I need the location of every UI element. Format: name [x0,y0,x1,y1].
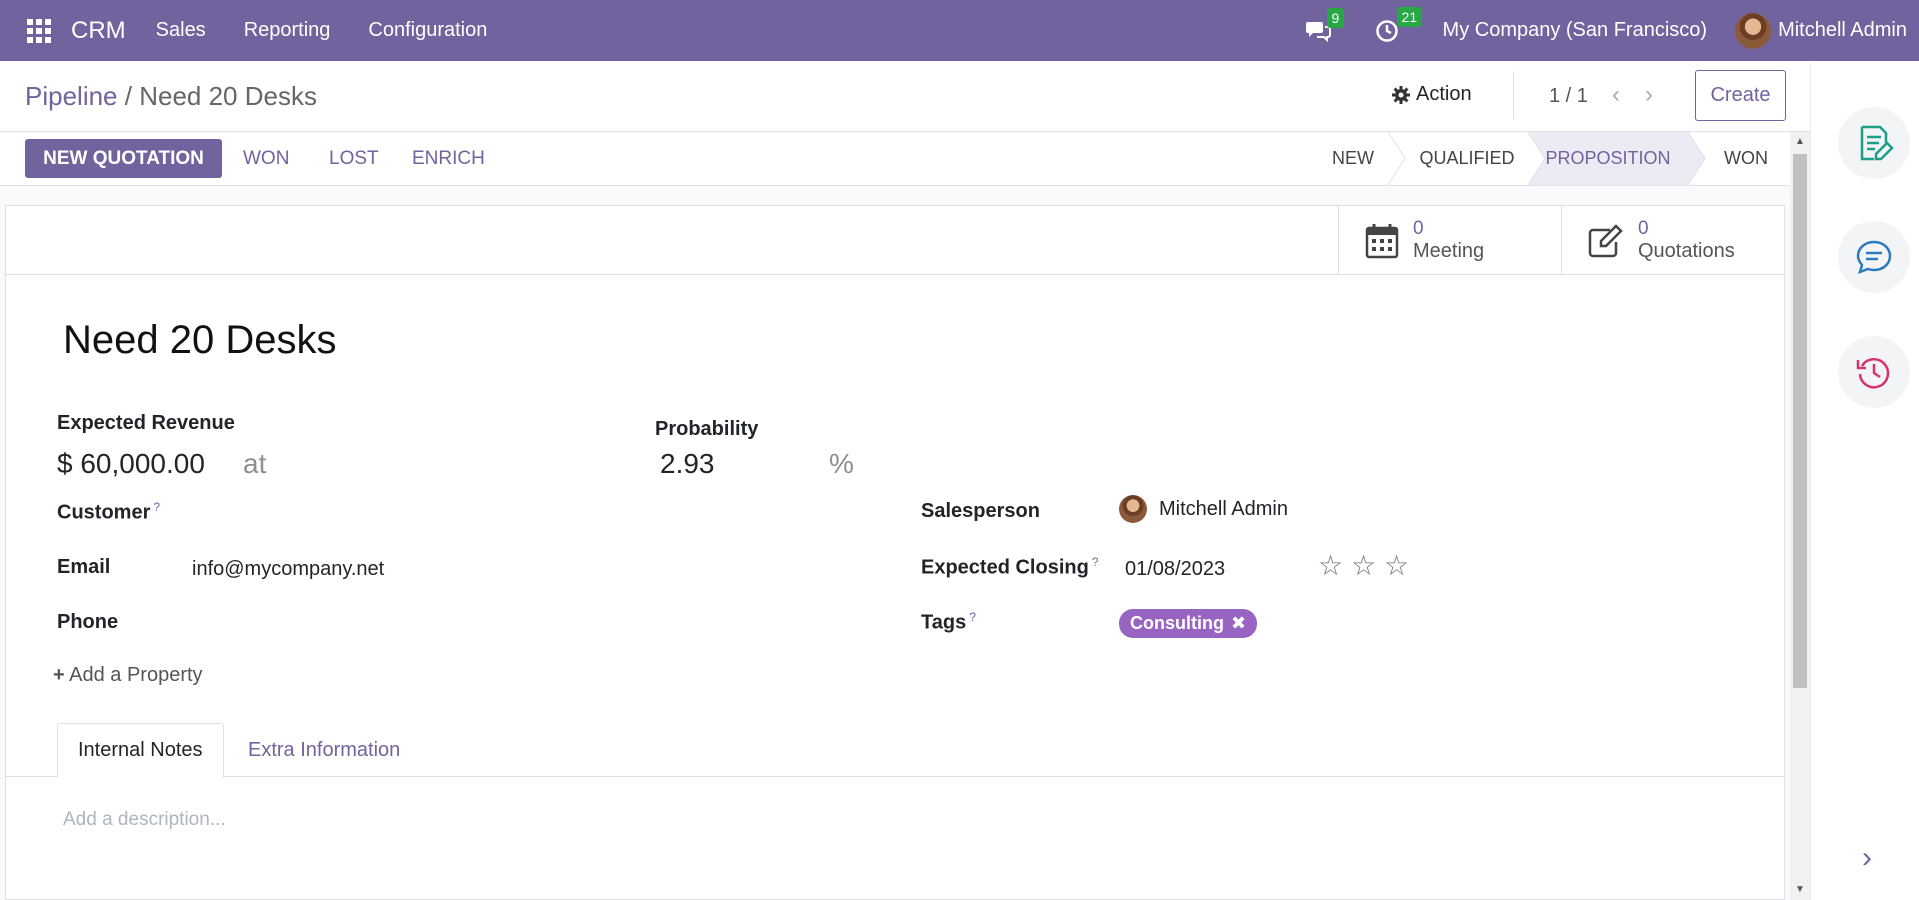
meeting-count: 0 [1413,218,1424,239]
stage-won[interactable]: WON [1706,132,1786,185]
avatar [1735,12,1772,49]
activities-count-badge: 21 [1396,6,1423,27]
tag-remove-icon[interactable]: ✖ [1231,613,1246,634]
priority-star-icon[interactable]: ☆ [1351,549,1376,582]
menu-reporting[interactable]: Reporting [244,19,331,42]
stage-separator [1388,132,1406,185]
meeting-label: Meeting [1413,240,1485,262]
user-menu[interactable]: Mitchell Admin [1735,12,1907,49]
tab-internal-notes[interactable]: Internal Notes [57,723,224,778]
expected-revenue-input[interactable]: $ 60,000.00 [57,448,205,480]
add-property-button[interactable]: + Add a Property [53,664,203,687]
at-label: at [243,448,267,479]
messages-button[interactable]: 9 [1305,7,1345,42]
tags-label: Tags? [921,610,976,634]
phone-label: Phone [57,611,119,633]
action-label: Action [1416,83,1472,105]
activities-button[interactable]: 21 [1375,6,1423,43]
add-property-label: Add a Property [69,664,203,686]
company-switcher[interactable]: My Company (San Francisco) [1443,19,1708,42]
gear-icon [1392,85,1410,104]
new-quotation-button[interactable]: NEW QUOTATION [25,139,222,178]
control-panel: Pipeline / Need 20 Desks Action 1 / 1 ‹ … [0,61,1810,132]
stage-proposition[interactable]: PROPOSITION [1528,132,1688,185]
quotations-label: Quotations [1638,240,1735,262]
calendar-icon [1365,223,1399,258]
customer-input[interactable] [192,496,492,526]
form-sheet: 0 Meeting 0 Quotations Need 20 Desks Exp… [4,205,1785,900]
create-button[interactable]: Create [1695,70,1786,121]
percent-label: % [829,448,854,479]
won-button[interactable]: WON [243,148,289,170]
user-name: Mitchell Admin [1778,19,1907,41]
probability-label: Probability [655,418,759,440]
stage-separator [1688,132,1706,185]
scrollbar[interactable]: ▲ ▼ [1790,132,1810,900]
expected-revenue-label: Expected Revenue [57,412,235,434]
opportunity-title[interactable]: Need 20 Desks [63,318,336,363]
chevron-right-icon[interactable]: › [1862,841,1872,875]
probability-input[interactable]: 2.93 [660,448,715,480]
action-button[interactable]: Action [1392,83,1472,106]
customer-label: Customer? [57,500,161,524]
right-side-panel: › [1810,61,1919,900]
menu-sales[interactable]: Sales [156,19,206,42]
meeting-smart-button[interactable]: 0 Meeting [1338,206,1561,275]
enrich-button[interactable]: ENRICH [412,148,485,170]
salesperson-input[interactable]: Mitchell Admin [1119,495,1288,523]
history-button[interactable] [1838,336,1910,408]
plus-icon: + [53,664,65,686]
scroll-thumb[interactable] [1793,154,1807,688]
pager-next-icon[interactable]: › [1645,81,1653,109]
document-edit-button[interactable] [1838,107,1910,179]
divider [1513,71,1514,119]
scroll-down-icon[interactable]: ▼ [1795,884,1805,895]
edit-icon [1588,223,1623,257]
expected-closing-label: Expected Closing? [921,555,1099,579]
quotations-smart-button[interactable]: 0 Quotations [1561,206,1784,275]
statusbar: NEW QUOTATION WON LOST ENRICH NEW QUALIF… [0,132,1810,186]
description-input[interactable]: Add a description... [63,809,226,831]
tag-label: Consulting [1130,613,1224,633]
breadcrumb: Pipeline / Need 20 Desks [25,81,317,112]
email-input[interactable]: info@mycompany.net [192,558,384,581]
stage-new[interactable]: NEW [1318,132,1388,185]
clock-icon [1375,19,1398,42]
chat-bubble-icon [1856,240,1892,275]
breadcrumb-pipeline[interactable]: Pipeline [25,81,118,111]
phone-input[interactable] [192,606,492,636]
priority-star-icon[interactable]: ☆ [1318,549,1343,582]
help-icon: ? [153,500,161,514]
menu-configuration[interactable]: Configuration [368,19,487,42]
tab-extra-information[interactable]: Extra Information [228,723,420,777]
pager-previous-icon[interactable]: ‹ [1612,81,1620,109]
tag-consulting: Consulting ✖ [1119,609,1258,638]
lost-button[interactable]: LOST [329,148,379,170]
salesperson-name: Mitchell Admin [1159,497,1288,520]
breadcrumb-separator: / [124,81,132,111]
breadcrumb-current: Need 20 Desks [139,81,317,111]
quotations-count: 0 [1638,218,1649,239]
document-edit-icon [1860,125,1894,161]
salesperson-label: Salesperson [921,500,1040,522]
email-label: Email [57,556,111,578]
help-icon: ? [1091,555,1099,569]
messages-count-badge: 9 [1326,7,1345,28]
pager-value[interactable]: 1 / 1 [1549,85,1588,108]
apps-grid-icon[interactable] [27,18,51,43]
smart-button-box: 0 Meeting 0 Quotations [4,206,1784,275]
notebook-tabs: Internal Notes Extra Information [6,723,1784,778]
avatar [1119,495,1147,523]
stage-separator [1528,132,1546,185]
priority-star-icon[interactable]: ☆ [1384,549,1409,582]
history-icon [1856,358,1890,389]
top-navbar: CRM Sales Reporting Configuration 9 21 M… [0,0,1919,61]
stage-qualified[interactable]: QUALIFIED [1406,132,1528,185]
chat-button[interactable] [1838,221,1910,293]
scroll-up-icon[interactable]: ▲ [1795,136,1805,147]
expected-closing-input[interactable]: 01/08/2023 [1125,558,1225,581]
help-icon: ? [969,610,976,624]
app-brand[interactable]: CRM [71,17,126,45]
